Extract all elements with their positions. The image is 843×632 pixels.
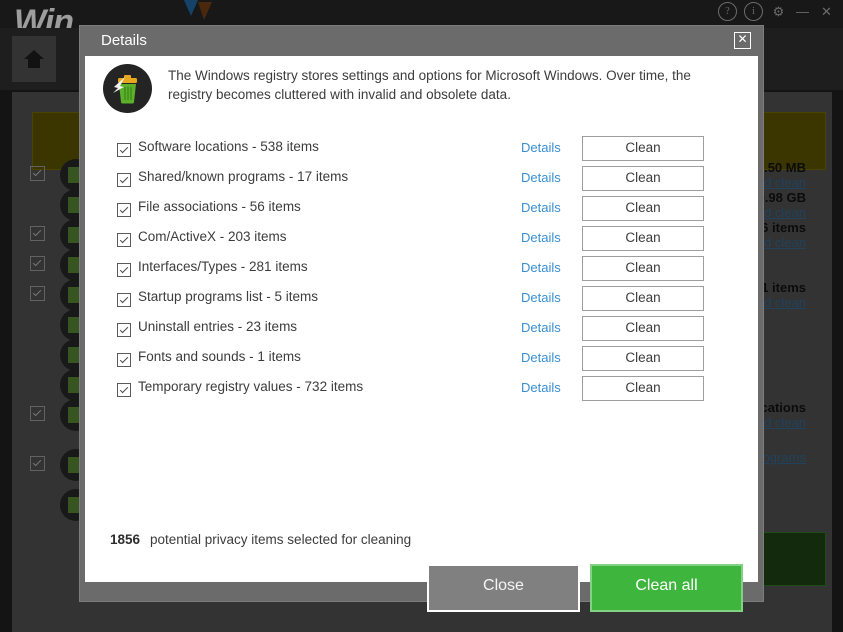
close-button[interactable]: Close	[427, 564, 580, 612]
item-details-link[interactable]: Details	[521, 140, 561, 155]
item-checkbox[interactable]	[117, 143, 131, 157]
dialog-actions: Close Clean all	[85, 564, 758, 616]
item-label: Shared/known programs - 17 items	[138, 169, 349, 184]
registry-items-list: Software locations - 538 items Details C…	[85, 136, 758, 406]
item-clean-button[interactable]: Clean	[582, 286, 704, 311]
table-row[interactable]: Temporary registry values - 732 items De…	[85, 376, 758, 406]
item-clean-button[interactable]: Clean	[582, 346, 704, 371]
close-icon[interactable]: ✕	[734, 32, 751, 49]
item-details-link[interactable]: Details	[521, 200, 561, 215]
item-details-link[interactable]: Details	[521, 380, 561, 395]
item-label: Uninstall entries - 23 items	[138, 319, 298, 334]
table-row[interactable]: Shared/known programs - 17 items Details…	[85, 166, 758, 196]
summary-count: 1856	[110, 532, 141, 547]
summary-text: potential privacy items selected for cle…	[150, 532, 412, 547]
item-label: Fonts and sounds - 1 items	[138, 349, 301, 364]
item-checkbox[interactable]	[117, 263, 131, 277]
item-details-link[interactable]: Details	[521, 260, 561, 275]
trash-bin-icon	[103, 64, 152, 113]
item-label: Software locations - 538 items	[138, 139, 319, 154]
item-details-link[interactable]: Details	[521, 320, 561, 335]
summary-row: 1856 potential privacy items selected fo…	[85, 532, 758, 556]
item-details-link[interactable]: Details	[521, 230, 561, 245]
item-details-link[interactable]: Details	[521, 170, 561, 185]
item-clean-button[interactable]: Clean	[582, 226, 704, 251]
dialog-header: The Windows registry stores settings and…	[85, 56, 758, 118]
dialog-description: The Windows registry stores settings and…	[168, 68, 691, 102]
dialog-title: Details	[101, 32, 147, 49]
item-checkbox[interactable]	[117, 353, 131, 367]
item-checkbox[interactable]	[117, 233, 131, 247]
item-label: File associations - 56 items	[138, 199, 301, 214]
item-clean-button[interactable]: Clean	[582, 376, 704, 401]
dialog-content: The Windows registry stores settings and…	[85, 56, 758, 612]
table-row[interactable]: Interfaces/Types - 281 items Details Cle…	[85, 256, 758, 286]
item-checkbox[interactable]	[117, 383, 131, 397]
table-row[interactable]: Fonts and sounds - 1 items Details Clean	[85, 346, 758, 376]
table-row[interactable]: Uninstall entries - 23 items Details Cle…	[85, 316, 758, 346]
clean-all-button[interactable]: Clean all	[590, 564, 743, 612]
item-clean-button[interactable]: Clean	[582, 136, 704, 161]
item-checkbox[interactable]	[117, 293, 131, 307]
item-details-link[interactable]: Details	[521, 290, 561, 305]
item-checkbox[interactable]	[117, 203, 131, 217]
item-clean-button[interactable]: Clean	[582, 256, 704, 281]
item-clean-button[interactable]: Clean	[582, 166, 704, 191]
details-dialog: Details ✕ The Windows registry stores se…	[80, 26, 763, 612]
item-checkbox[interactable]	[117, 173, 131, 187]
table-row[interactable]: Startup programs list - 5 items Details …	[85, 286, 758, 316]
item-label: Interfaces/Types - 281 items	[138, 259, 308, 274]
dialog-title-bar: Details ✕	[80, 26, 763, 56]
item-label: Com/ActiveX - 203 items	[138, 229, 287, 244]
table-row[interactable]: File associations - 56 items Details Cle…	[85, 196, 758, 226]
table-row[interactable]: Software locations - 538 items Details C…	[85, 136, 758, 166]
item-clean-button[interactable]: Clean	[582, 316, 704, 341]
item-details-link[interactable]: Details	[521, 350, 561, 365]
item-label: Temporary registry values - 732 items	[138, 379, 364, 394]
item-clean-button[interactable]: Clean	[582, 196, 704, 221]
item-label: Startup programs list - 5 items	[138, 289, 319, 304]
table-row[interactable]: Com/ActiveX - 203 items Details Clean	[85, 226, 758, 256]
item-checkbox[interactable]	[117, 323, 131, 337]
